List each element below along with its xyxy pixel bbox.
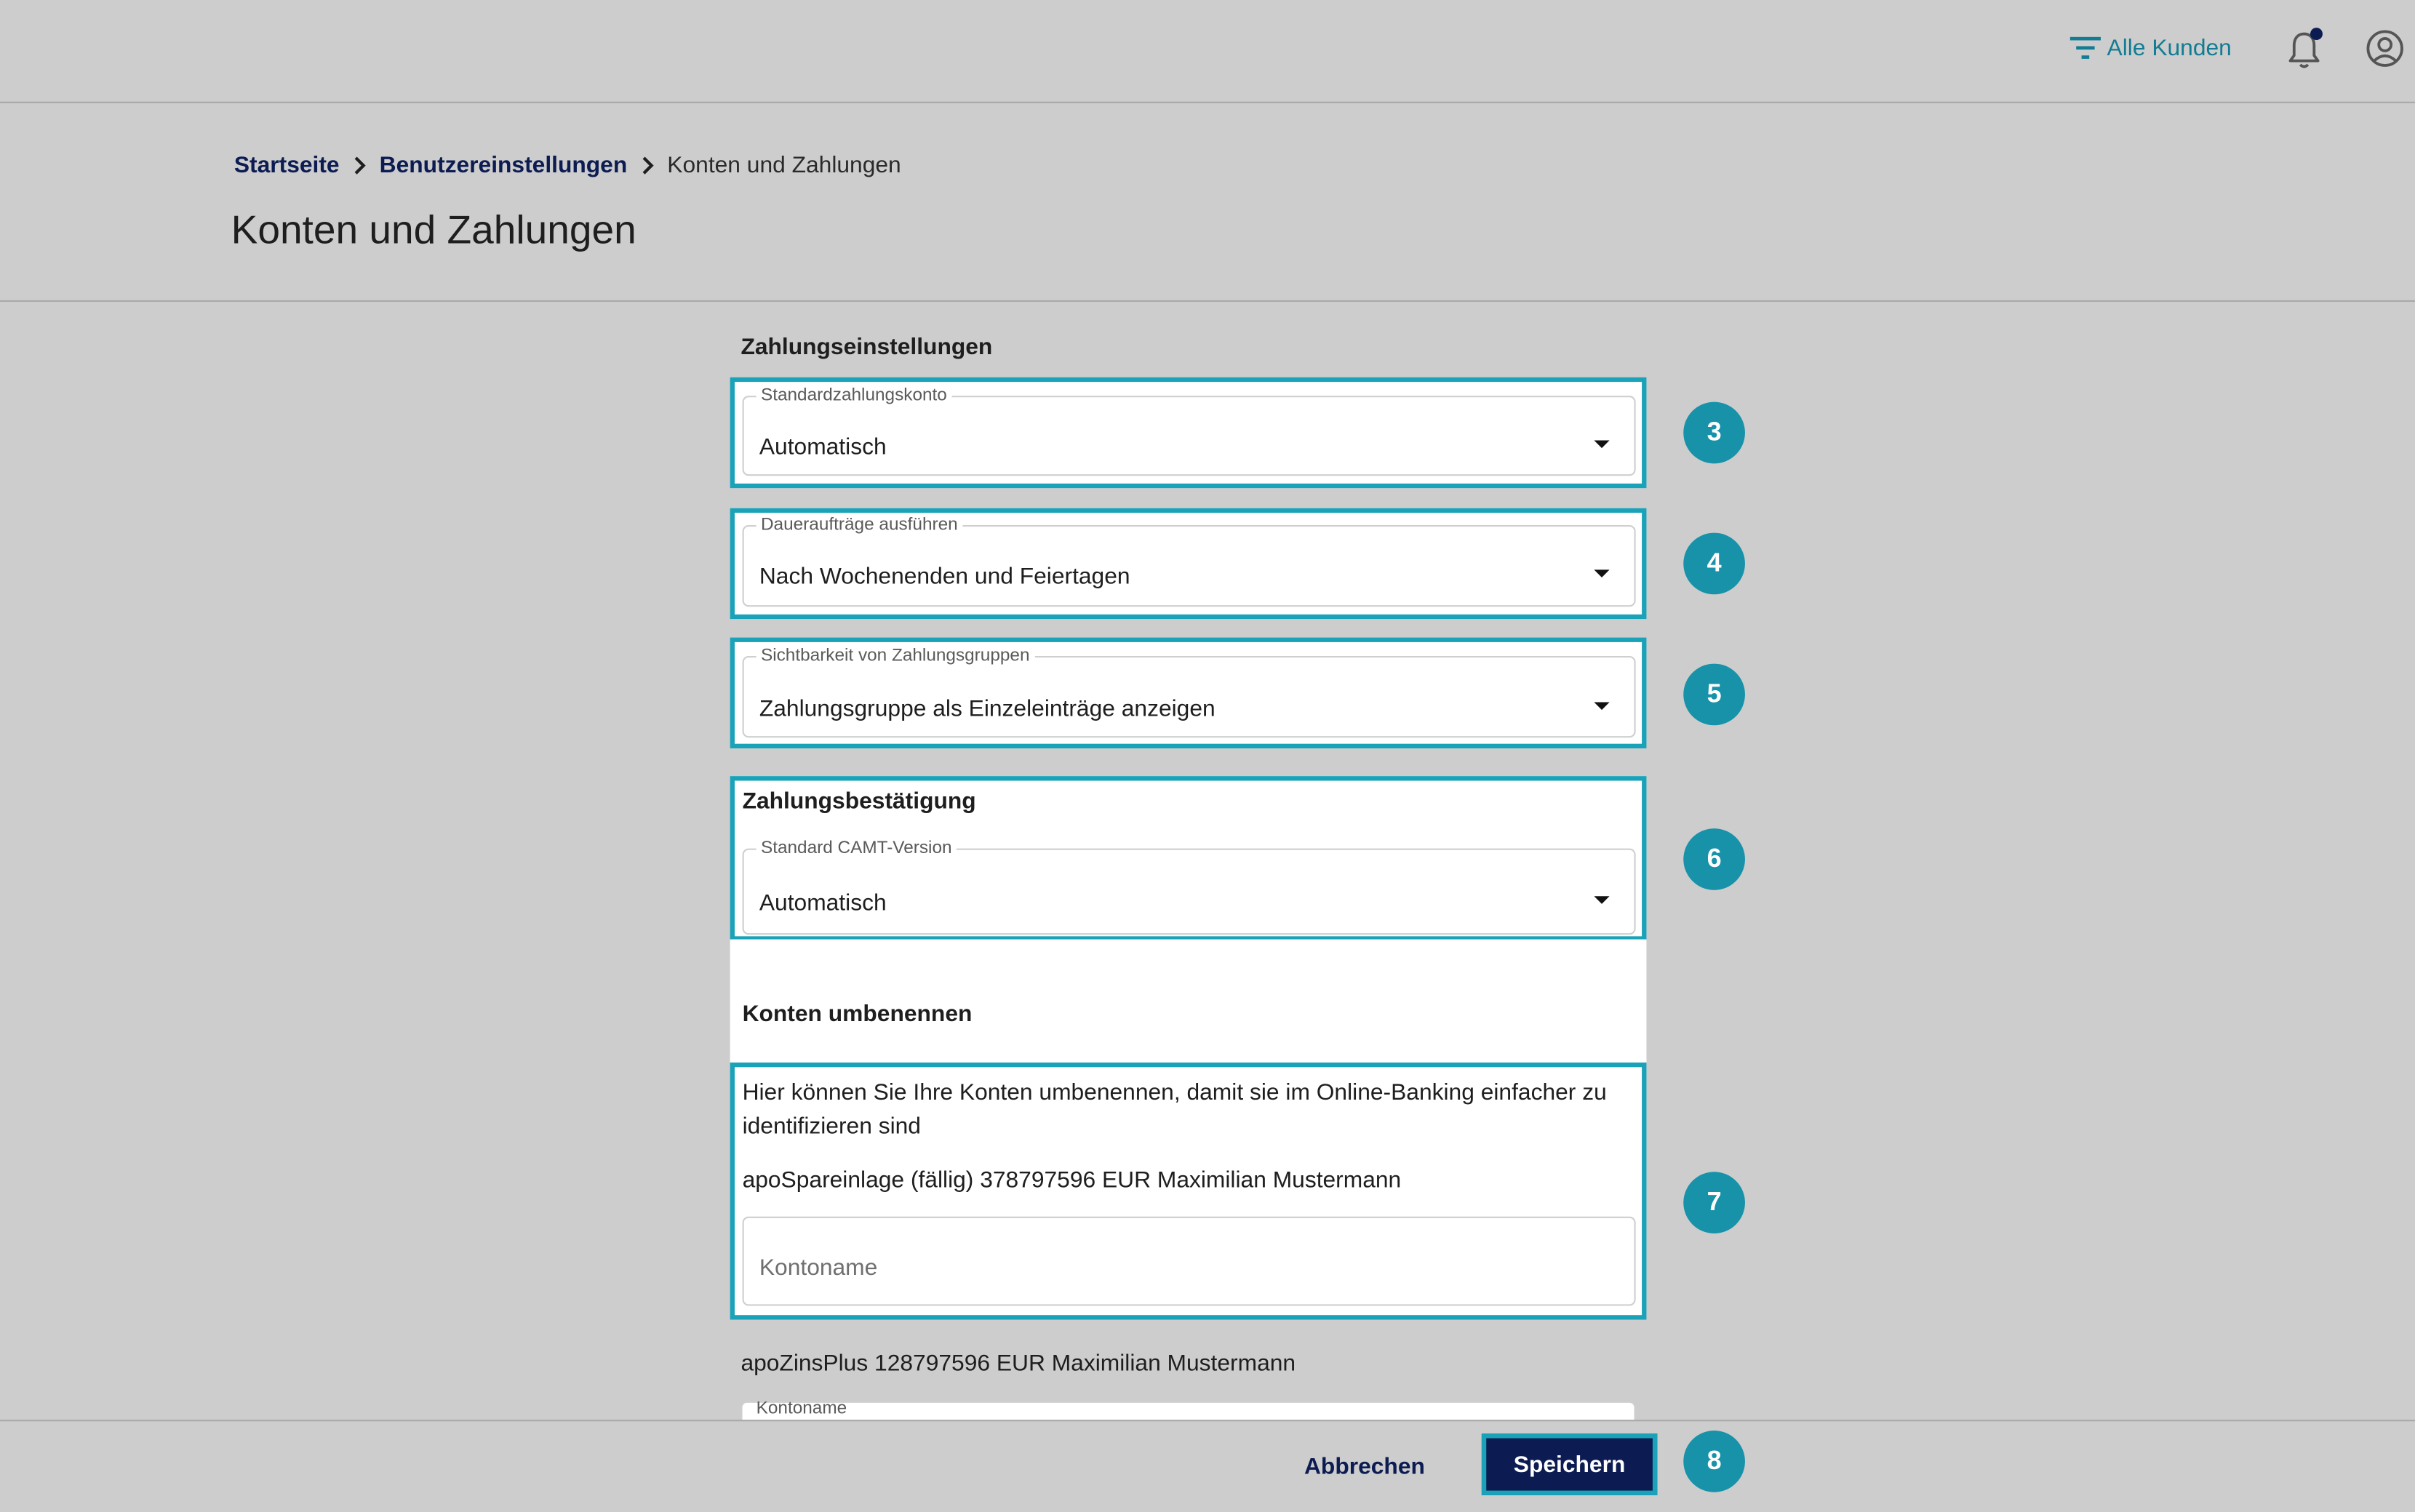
top-bar [0, 0, 2415, 103]
payment-groups-visibility-value: Zahlungsgruppe als Einzeleinträge anzeig… [759, 696, 1216, 723]
standing-orders-label: Daueraufträge ausführen [756, 514, 963, 536]
highlight-default-account: Standardzahlungskonto Automatisch [730, 377, 1647, 489]
filter-label: Alle Kunden [2107, 34, 2232, 61]
caret-down-icon [1594, 440, 1610, 449]
breadcrumb: Startseite Benutzereinstellungen Konten … [234, 148, 901, 182]
cancel-button[interactable]: Abbrechen [1282, 1443, 1448, 1489]
account-circle-icon[interactable] [2366, 29, 2404, 68]
account-label: apoSpareinlage (fällig) 378797596 EUR Ma… [742, 1167, 1402, 1193]
default-payment-account-select[interactable]: Standardzahlungskonto Automatisch [742, 385, 1636, 476]
account-name-legend: Kontoname [756, 1399, 847, 1419]
breadcrumb-home[interactable]: Startseite [234, 152, 340, 178]
caret-down-icon [1594, 569, 1610, 578]
step-badge: 7 [1683, 1172, 1745, 1233]
step-badge: 5 [1683, 663, 1745, 726]
payment-groups-visibility-label: Sichtbarkeit von Zahlungsgruppen [756, 645, 1034, 667]
chevron-right-icon [340, 155, 380, 175]
step-badge: 8 [1683, 1431, 1745, 1492]
save-button[interactable]: Speichern [1481, 1433, 1658, 1495]
camt-version-label: Standard CAMT-Version [756, 837, 957, 860]
step-badge: 6 [1683, 828, 1745, 890]
account-name-placeholder: Kontoname [759, 1255, 878, 1281]
payment-groups-visibility-select[interactable]: Sichtbarkeit von Zahlungsgruppen Zahlung… [742, 645, 1636, 738]
breadcrumb-user-settings[interactable]: Benutzereinstellungen [380, 152, 628, 178]
account-name-input[interactable]: Kontoname [742, 1216, 1636, 1306]
caret-down-icon [1594, 702, 1610, 711]
notification-dot [2310, 28, 2323, 41]
highlight-payment-groups: Sichtbarkeit von Zahlungsgruppen Zahlung… [730, 637, 1647, 749]
all-customers-filter[interactable]: Alle Kunden [2069, 32, 2232, 63]
payment-confirmation-title: Zahlungsbestätigung [742, 788, 976, 815]
step-badge: 4 [1683, 532, 1745, 595]
breadcrumb-current: Konten und Zahlungen [667, 151, 901, 178]
highlight-standing-orders: Daueraufträge ausführen Nach Wochenenden… [730, 508, 1647, 620]
standing-orders-select[interactable]: Daueraufträge ausführen Nach Wochenenden… [742, 514, 1636, 607]
rename-accounts-title: Konten umbenennen [742, 1001, 973, 1028]
footer-bar [0, 1420, 2415, 1512]
app-screen: Alle Kunden Startseite Benutzereinstellu… [0, 0, 2415, 1512]
camt-version-select[interactable]: Standard CAMT-Version Automatisch [742, 837, 1636, 935]
rename-accounts-description: Hier können Sie Ihre Konten umbenennen, … [742, 1079, 1607, 1140]
default-payment-account-value: Automatisch [759, 434, 887, 461]
payment-settings-title: Zahlungseinstellungen [741, 334, 993, 361]
default-payment-account-label: Standardzahlungskonto [756, 385, 952, 407]
standing-orders-value: Nach Wochenenden und Feiertagen [759, 563, 1130, 590]
highlight-rename-account: Hier können Sie Ihre Konten umbenennen, … [730, 1062, 1647, 1320]
account-label: apoZinsPlus 128797596 EUR Maximilian Mus… [741, 1350, 1296, 1377]
chevron-right-icon [627, 155, 667, 175]
step-badge: 3 [1683, 401, 1745, 464]
page-title: Konten und Zahlungen [231, 206, 636, 253]
highlight-payment-confirmation: Zahlungsbestätigung Standard CAMT-Versio… [730, 776, 1647, 941]
filter-icon [2069, 36, 2101, 59]
caret-down-icon [1594, 896, 1610, 904]
header-divider [0, 300, 2415, 303]
camt-version-value: Automatisch [759, 889, 887, 916]
